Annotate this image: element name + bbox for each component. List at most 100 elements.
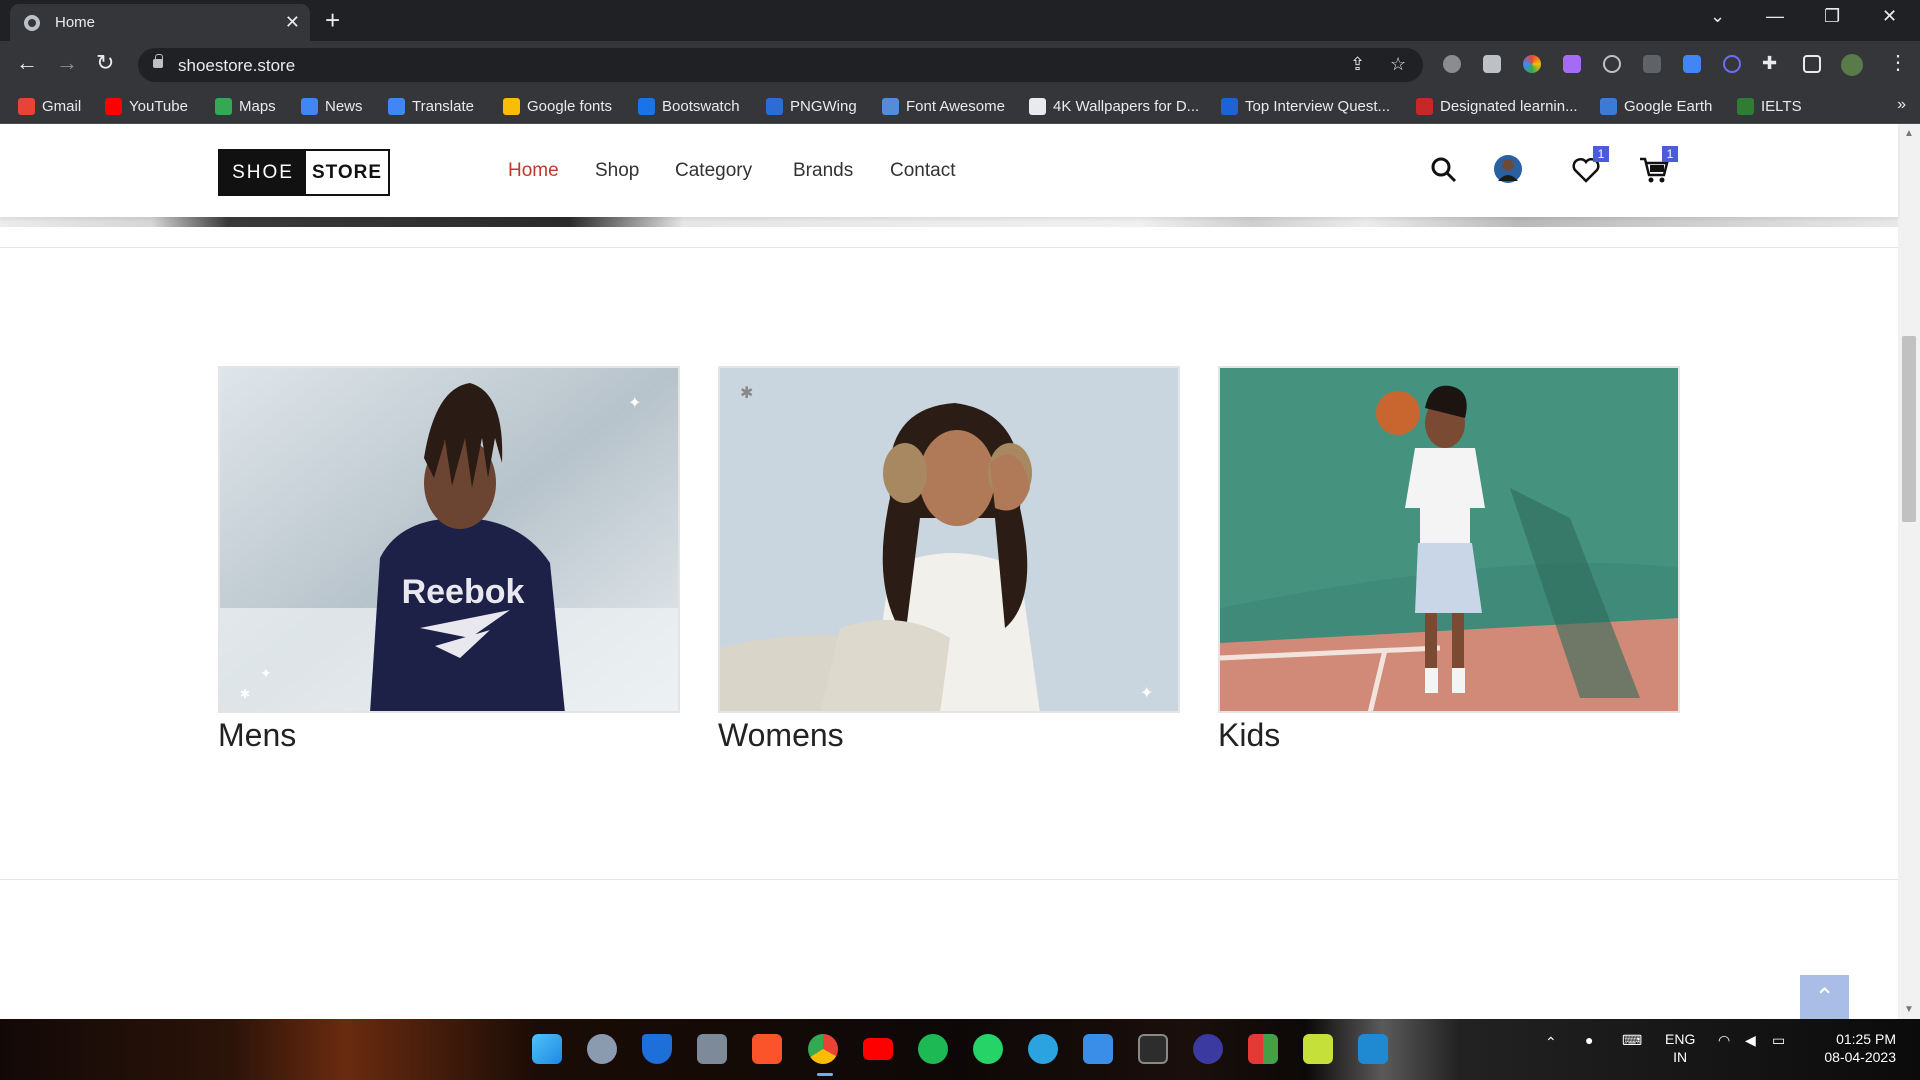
bookmark-font-awesome[interactable]: Font Awesome	[882, 96, 1005, 116]
new-tab-button[interactable]: +	[325, 6, 340, 34]
extension-icon[interactable]	[1443, 55, 1461, 73]
scroll-down-arrow-icon[interactable]: ▼	[1904, 1004, 1914, 1015]
nav-shop[interactable]: Shop	[595, 160, 639, 182]
category-card-womens[interactable]: ✱ ✦ Womens	[718, 366, 1180, 754]
vscode-icon[interactable]	[1358, 1034, 1388, 1064]
bookmark-top-interview[interactable]: Top Interview Quest...	[1221, 96, 1390, 116]
category-label-mens[interactable]: Mens	[218, 717, 680, 754]
category-card-mens[interactable]: Reebok ✦ ✦ ✱ Mens	[218, 366, 680, 754]
nav-home[interactable]: Home	[508, 160, 559, 182]
extension-icon[interactable]	[1563, 55, 1581, 73]
address-bar[interactable]: shoestore.store ⇪ ☆	[138, 48, 1423, 82]
bookmark-pngwing[interactable]: PNGWing	[766, 96, 857, 116]
spotify-icon[interactable]	[918, 1034, 948, 1064]
bookmark-google-fonts[interactable]: Google fonts	[503, 96, 612, 116]
bookmark-bootswatch[interactable]: Bootswatch	[638, 96, 740, 116]
scroll-thumb[interactable]	[1902, 336, 1916, 522]
reload-icon[interactable]: ↻	[96, 51, 114, 75]
wifi-icon[interactable]: ◠	[1718, 1032, 1730, 1049]
extension-icon[interactable]	[1643, 55, 1661, 73]
security-shield-icon[interactable]	[642, 1034, 672, 1064]
logo-left: SHOE	[220, 151, 306, 194]
category-label-womens[interactable]: Womens	[718, 717, 1180, 754]
bookmark-youtube[interactable]: YouTube	[105, 96, 188, 116]
clock-date: 08-04-2023	[1824, 1049, 1896, 1065]
lock-icon[interactable]	[153, 54, 163, 68]
share-icon[interactable]: ⇪	[1350, 54, 1365, 75]
bookmark-star-icon[interactable]: ☆	[1390, 54, 1406, 75]
keyboard-icon[interactable]: ⌨	[1622, 1032, 1642, 1049]
extension-icon[interactable]	[1723, 55, 1741, 73]
close-window-button[interactable]: ✕	[1882, 6, 1897, 27]
bookmark-4k-wallpapers[interactable]: 4K Wallpapers for D...	[1029, 96, 1199, 116]
category-card-kids[interactable]: Kids	[1218, 366, 1680, 754]
mail-icon[interactable]	[1083, 1034, 1113, 1064]
back-icon[interactable]: ←	[16, 51, 38, 75]
scroll-up-arrow-icon[interactable]: ▲	[1904, 128, 1914, 139]
category-label-kids[interactable]: Kids	[1218, 717, 1680, 754]
start-windows-icon[interactable]	[532, 1034, 562, 1064]
brave-browser-icon[interactable]	[752, 1034, 782, 1064]
menu-kebab-icon[interactable]: ⋮	[1888, 51, 1908, 75]
nav-category[interactable]: Category	[675, 160, 752, 182]
whatsapp-icon[interactable]	[973, 1034, 1003, 1064]
nav-contact[interactable]: Contact	[890, 160, 955, 182]
chevron-up-icon[interactable]: ⌃	[1545, 1034, 1557, 1051]
forward-icon[interactable]: →	[56, 51, 78, 75]
bookmark-google-earth[interactable]: Google Earth	[1600, 96, 1712, 116]
region-code: IN	[1673, 1049, 1688, 1065]
news-icon	[301, 97, 318, 115]
tab-close-button[interactable]: ✕	[285, 11, 300, 33]
bookmarks-overflow-icon[interactable]: »	[1897, 96, 1906, 114]
microphone-icon[interactable]: ●	[1585, 1032, 1593, 1048]
womens-image[interactable]: ✱ ✦	[718, 366, 1180, 713]
chrome-icon[interactable]	[808, 1034, 838, 1064]
minimize-button[interactable]: —	[1766, 6, 1784, 27]
nav-brands[interactable]: Brands	[793, 160, 853, 182]
tab-search-button[interactable]: ⌄	[1710, 6, 1725, 27]
side-panel-icon[interactable]	[1803, 55, 1821, 73]
cart-count-badge: 1	[1662, 146, 1678, 162]
site-logo[interactable]: SHOE STORE	[218, 149, 390, 196]
color-picker-extension-icon[interactable]	[1523, 55, 1541, 73]
ielts-icon	[1737, 97, 1754, 115]
translate-extension-icon[interactable]	[1683, 55, 1701, 73]
globe-icon	[24, 15, 40, 31]
gmail-icon	[18, 97, 35, 115]
language-indicator[interactable]: ENG IN	[1665, 1030, 1695, 1066]
bookmark-maps[interactable]: Maps	[215, 96, 276, 116]
mens-print: Reebok	[402, 573, 525, 611]
url-text[interactable]: shoestore.store	[178, 56, 295, 76]
translate-icon	[388, 97, 405, 115]
browser-tab-home[interactable]: Home ✕	[10, 4, 310, 41]
bookmark-designated-learning[interactable]: Designated learnin...	[1416, 96, 1578, 116]
mens-image[interactable]: Reebok ✦ ✦ ✱	[218, 366, 680, 713]
compass-extension-icon[interactable]	[1603, 55, 1621, 73]
kids-image[interactable]	[1218, 366, 1680, 713]
volume-icon[interactable]: ◀	[1745, 1032, 1756, 1049]
telegram-icon[interactable]	[1028, 1034, 1058, 1064]
clock[interactable]: 01:25 PM 08-04-2023	[1812, 1030, 1896, 1066]
bookmark-news[interactable]: News	[301, 96, 363, 116]
user-avatar[interactable]	[1493, 153, 1523, 185]
earth-icon	[1600, 97, 1617, 115]
camera-extension-icon[interactable]	[1483, 55, 1501, 73]
bookmark-ielts[interactable]: IELTS	[1737, 96, 1802, 116]
bookmark-gmail[interactable]: Gmail	[18, 96, 81, 116]
settings-gear-icon[interactable]	[587, 1034, 617, 1064]
pycharm-icon[interactable]	[1303, 1034, 1333, 1064]
calculator-icon[interactable]	[697, 1034, 727, 1064]
battery-icon[interactable]: ▭	[1772, 1032, 1785, 1049]
youtube-icon[interactable]	[863, 1038, 893, 1060]
restore-button[interactable]: ❐	[1824, 6, 1840, 27]
bookmark-translate[interactable]: Translate	[388, 96, 474, 116]
back-to-top-button[interactable]: ⌃	[1800, 975, 1849, 1019]
office-app-icon[interactable]	[1248, 1034, 1278, 1064]
extensions-puzzle-icon[interactable]: ✚	[1762, 51, 1777, 75]
eclipse-icon[interactable]	[1193, 1034, 1223, 1064]
terminal-icon[interactable]	[1138, 1034, 1168, 1064]
bootswatch-icon	[638, 97, 655, 115]
page-scrollbar[interactable]: ▲ ▼	[1898, 124, 1920, 1019]
search-icon[interactable]	[1430, 155, 1458, 185]
profile-avatar[interactable]	[1841, 54, 1863, 76]
